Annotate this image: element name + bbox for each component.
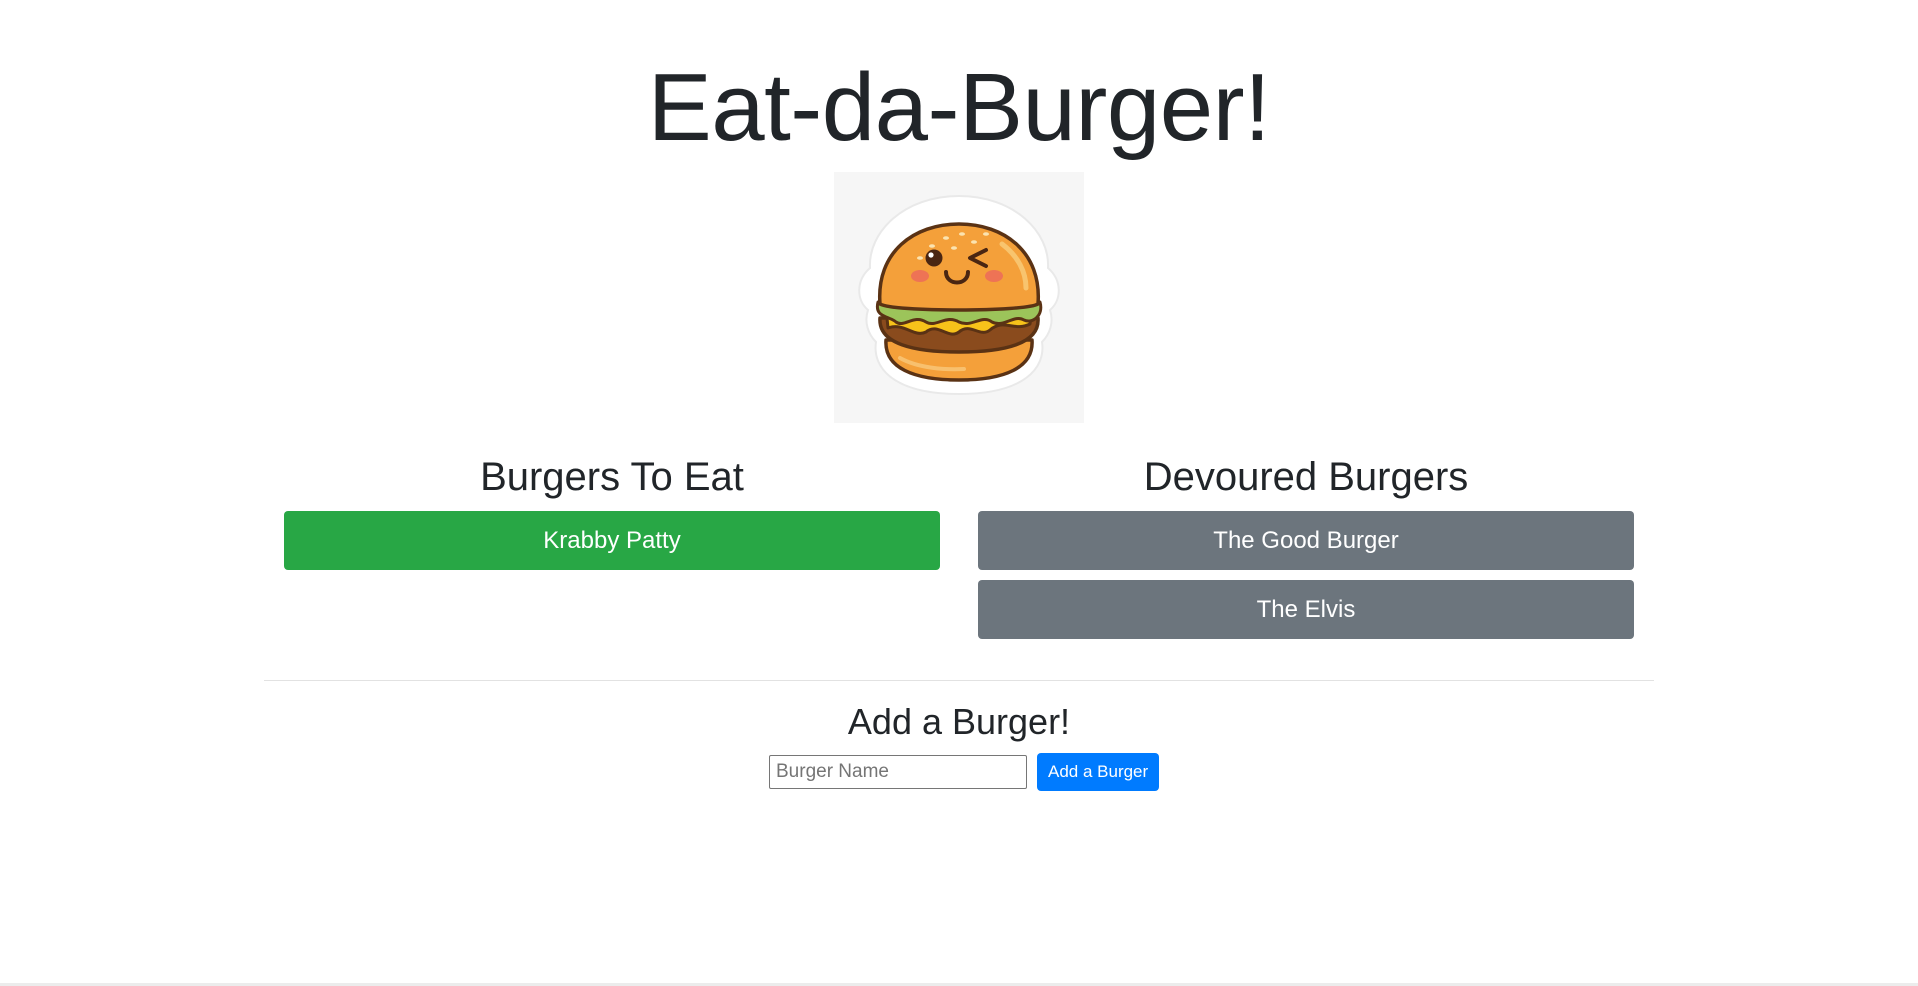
burger-logo <box>834 172 1084 423</box>
burgers-to-eat-list: Krabby Patty <box>284 511 940 580</box>
devoured-burgers-list: The Good Burger The Elvis <box>978 511 1634 649</box>
burgers-to-eat-heading: Burgers To Eat <box>480 455 744 499</box>
add-burger-form: Add a Burger <box>769 753 1160 791</box>
winking-burger-icon <box>858 194 1060 396</box>
devour-krabby-patty-button[interactable]: Krabby Patty <box>284 511 940 570</box>
devoured-burgers-heading: Devoured Burgers <box>1143 455 1469 499</box>
list-item: The Good Burger <box>978 511 1634 570</box>
devoured-the-elvis-button[interactable]: The Elvis <box>978 580 1634 639</box>
burger-name-input[interactable] <box>769 755 1027 789</box>
add-burger-heading: Add a Burger! <box>847 701 1071 742</box>
devoured-the-good-burger-button[interactable]: The Good Burger <box>978 511 1634 570</box>
page-title: Eat-da-Burger! <box>647 54 1271 161</box>
section-divider <box>264 680 1654 681</box>
list-item: The Elvis <box>978 580 1634 639</box>
add-burger-button[interactable]: Add a Burger <box>1037 753 1160 791</box>
list-item: Krabby Patty <box>284 511 940 570</box>
